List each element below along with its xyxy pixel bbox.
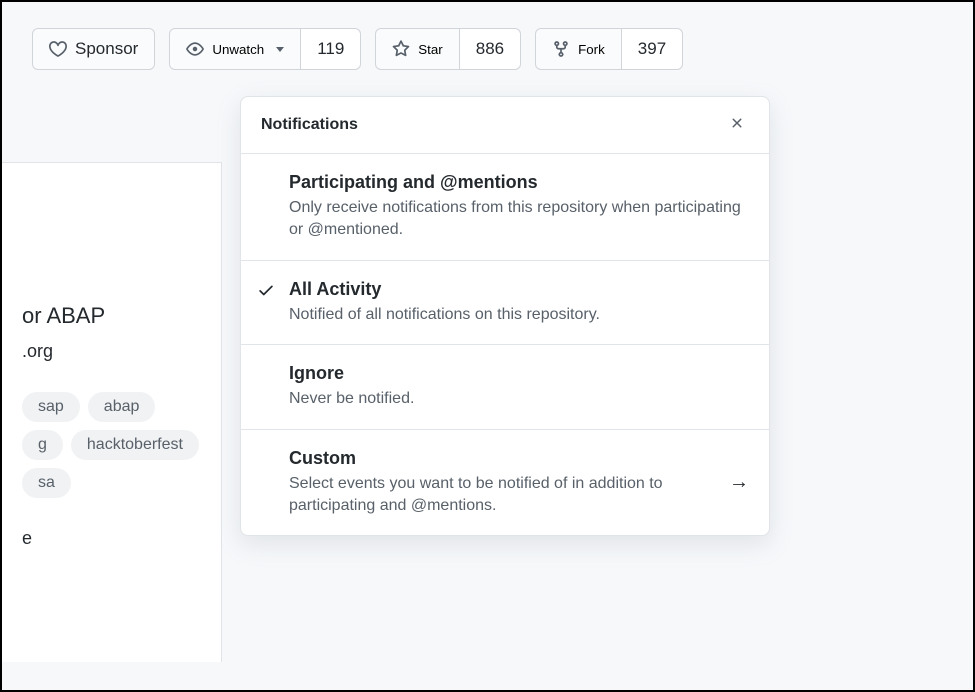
dropdown-header: Notifications (241, 97, 769, 154)
topic-tag[interactable]: g (22, 430, 63, 460)
sidebar-background: or ABAP .org sap abap g hacktoberfest sa… (2, 162, 222, 662)
fork-button[interactable]: Fork (536, 29, 621, 69)
unwatch-button[interactable]: Unwatch (170, 29, 300, 69)
fork-label: Fork (578, 42, 605, 57)
star-button-group: Star 886 (375, 28, 521, 70)
option-desc: Never be notified. (289, 388, 749, 410)
star-icon (392, 40, 410, 58)
notification-option-ignore[interactable]: Ignore Never be notified. (241, 345, 769, 429)
sponsor-button[interactable]: Sponsor (32, 28, 155, 70)
close-button[interactable] (725, 111, 749, 139)
watch-button-group: Unwatch 119 (169, 28, 361, 70)
caret-down-icon (276, 47, 284, 52)
close-icon (729, 114, 745, 136)
text-fragment: e (22, 528, 201, 549)
repo-toolbar: Sponsor Unwatch 119 Star 886 (2, 2, 973, 96)
option-title: Ignore (289, 363, 749, 384)
sponsor-label: Sponsor (75, 39, 138, 59)
star-label: Star (418, 42, 442, 57)
fork-count[interactable]: 397 (621, 29, 682, 69)
heart-icon (49, 40, 67, 58)
option-title: Custom (289, 448, 729, 469)
option-desc: Select events you want to be notified of… (289, 473, 729, 518)
repo-link-fragment: .org (22, 341, 201, 362)
notification-option-all-activity[interactable]: All Activity Notified of all notificatio… (241, 261, 769, 345)
watch-label: Unwatch (212, 42, 264, 57)
star-count[interactable]: 886 (459, 29, 520, 69)
topic-tag[interactable]: abap (88, 392, 156, 422)
star-button[interactable]: Star (376, 29, 458, 69)
fork-icon (552, 40, 570, 58)
repo-description-fragment: or ABAP (22, 303, 201, 329)
topic-tag[interactable]: hacktoberfest (71, 430, 199, 460)
option-title: All Activity (289, 279, 749, 300)
option-title: Participating and @mentions (289, 172, 749, 193)
fork-button-group: Fork 397 (535, 28, 683, 70)
notification-option-custom[interactable]: Custom Select events you want to be noti… (241, 430, 769, 536)
eye-icon (186, 40, 204, 58)
topic-tags: sap abap g hacktoberfest sa (22, 392, 201, 498)
topic-tag[interactable]: sap (22, 392, 80, 422)
topic-tag[interactable]: sa (22, 468, 71, 498)
option-desc: Only receive notifications from this rep… (289, 197, 749, 242)
arrow-right-icon: → (729, 471, 749, 494)
check-icon (257, 281, 277, 301)
option-desc: Notified of all notifications on this re… (289, 304, 749, 326)
dropdown-title: Notifications (261, 116, 358, 134)
notifications-dropdown: Notifications Participating and @mention… (240, 96, 770, 536)
notification-option-participating[interactable]: Participating and @mentions Only receive… (241, 154, 769, 261)
watch-count[interactable]: 119 (300, 29, 360, 69)
